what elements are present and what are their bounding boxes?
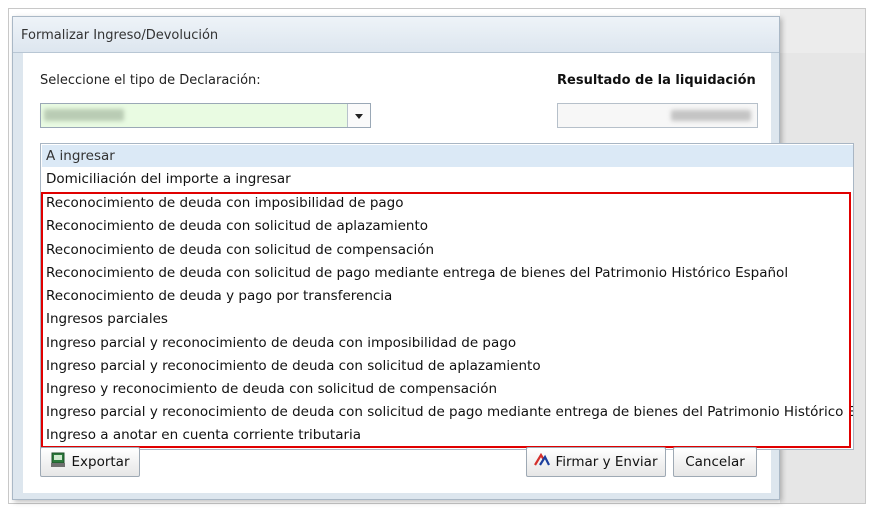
export-button[interactable]: Exportar <box>40 447 140 477</box>
dropdown-option[interactable]: Reconocimiento de deuda y pago por trans… <box>42 285 853 307</box>
dialog-titlebar[interactable]: Formalizar Ingreso/Devolución <box>13 17 779 53</box>
sign-send-button[interactable]: Firmar y Enviar <box>526 447 666 477</box>
signature-icon <box>534 452 551 471</box>
dropdown-option[interactable]: Reconocimiento de deuda con solicitud de… <box>42 262 853 284</box>
sign-send-label: Firmar y Enviar <box>555 454 658 470</box>
dropdown-option[interactable]: Ingreso parcial y reconocimiento de deud… <box>42 401 853 423</box>
tipo-declaracion-dropdown: A ingresar Domiciliación del importe a in… <box>40 143 854 450</box>
dropdown-option[interactable]: Reconocimiento de deuda con solicitud de… <box>42 239 853 261</box>
chevron-down-icon[interactable] <box>347 104 370 127</box>
resultado-label: Resultado de la liquidación <box>557 73 756 88</box>
dropdown-option[interactable]: Reconocimiento de deuda con solicitud de… <box>42 215 853 237</box>
combo-selected-value <box>44 109 124 121</box>
tipo-declaracion-label: Seleccione el tipo de Declaración: <box>40 73 261 88</box>
tipo-declaracion-combo[interactable] <box>40 103 371 128</box>
dropdown-option[interactable]: Domiciliación del importe a ingresar <box>42 168 853 190</box>
cancel-button[interactable]: Cancelar <box>673 447 757 477</box>
dropdown-option[interactable]: Ingresos parciales <box>42 308 853 330</box>
dropdown-option[interactable]: Reconocimiento de deuda con imposibilida… <box>42 192 853 214</box>
cancel-label: Cancelar <box>685 454 745 470</box>
dropdown-option[interactable]: Ingreso parcial y reconocimiento de deud… <box>42 355 853 377</box>
dialog-title: Formalizar Ingreso/Devolución <box>21 28 219 43</box>
printer-icon <box>50 452 66 472</box>
resultado-field <box>557 103 758 128</box>
export-label: Exportar <box>71 454 130 470</box>
dropdown-option[interactable]: A ingresar <box>42 145 853 167</box>
resultado-value <box>671 110 751 121</box>
dropdown-option[interactable]: Ingreso y reconocimiento de deuda con so… <box>42 378 853 400</box>
dropdown-option[interactable]: Ingreso parcial y reconocimiento de deud… <box>42 332 853 354</box>
dropdown-option[interactable]: Ingreso a anotar en cuenta corriente tri… <box>42 424 853 446</box>
